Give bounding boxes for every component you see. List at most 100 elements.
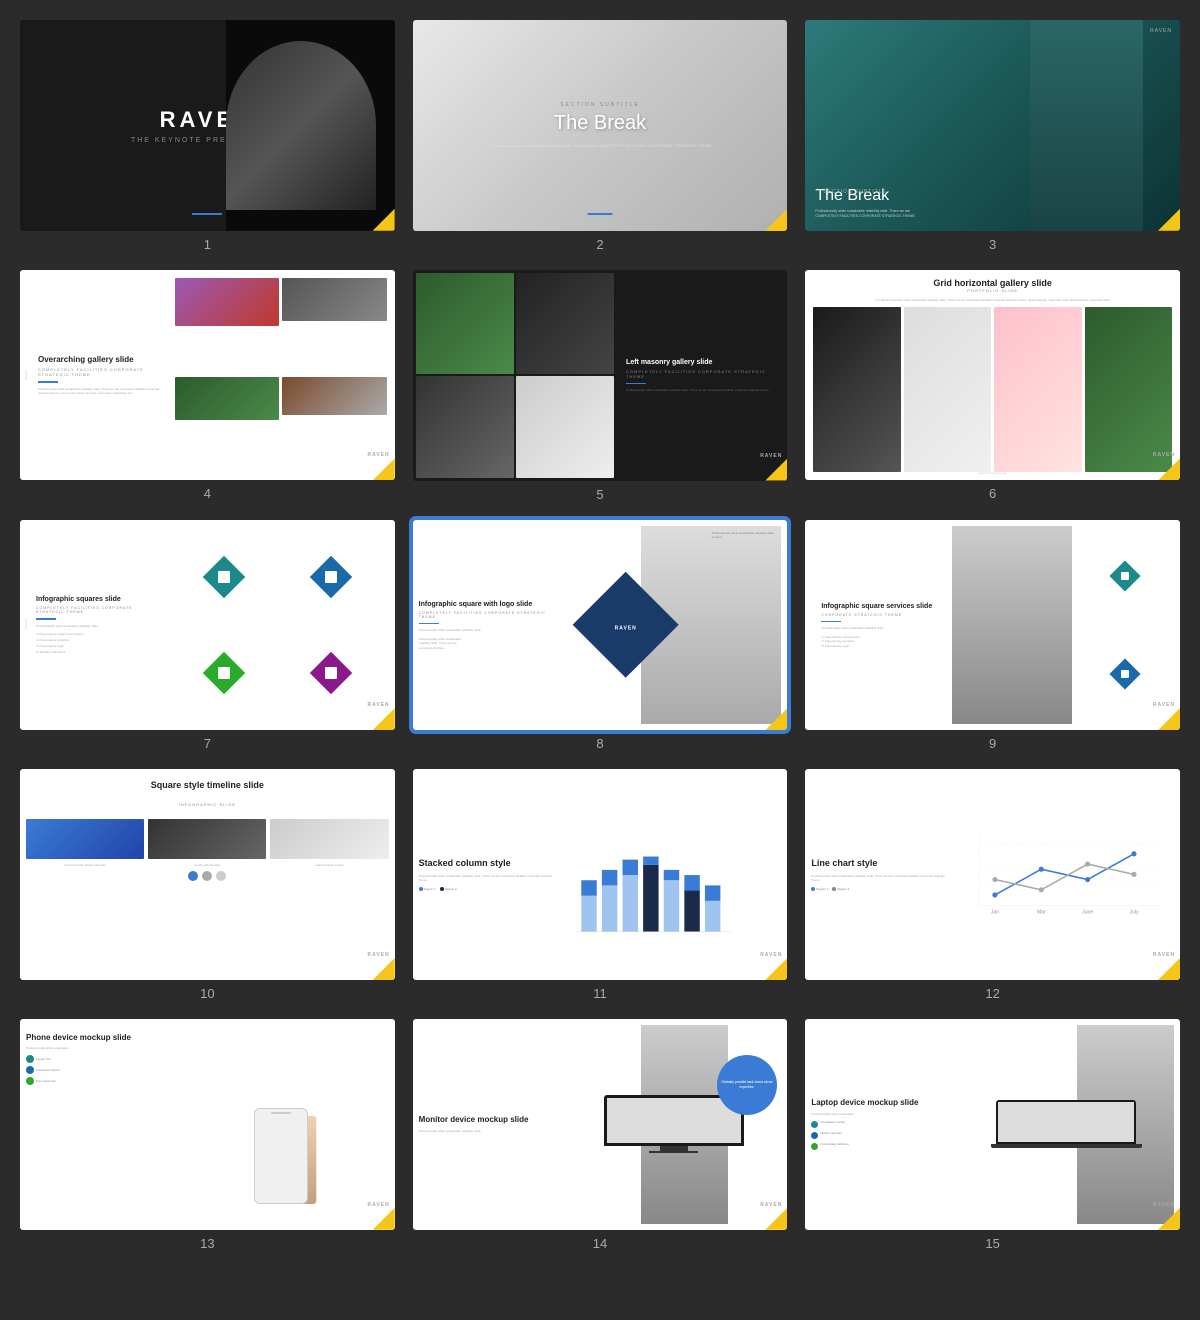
slide-wrapper-11[interactable]: Stacked column style Professionally whil… [413,769,788,980]
slide-6-logo: RAVEN [1153,452,1175,458]
slide-2-yellow-corner [765,209,787,231]
slide-8-right-text: Professionally while sustainable reliabi… [712,531,777,540]
slide-13-features: Layout Pro Immersed options Port customi… [26,1055,169,1085]
slide-item-2[interactable]: SECTION SUBTITLE The Break Professionall… [413,20,788,252]
slide-15-dot-1 [811,1121,818,1128]
slide-item-15[interactable]: Laptop device mockup slide Professionall… [805,1019,1180,1251]
slide-4: RAVEN Overarching gallery slide COMPLETE… [20,270,395,481]
slide-8-title: Infographic square with logo slide [419,600,562,609]
slide-12-desc: Professionally while sustainable reliabi… [811,874,954,883]
slide-item-3[interactable]: SECTION SUBTITLE The Break Professionall… [805,20,1180,252]
slide-10-label-3: Harmoniously maybe [270,863,388,867]
slide-4-blue-line [38,381,58,383]
slide-wrapper-3[interactable]: SECTION SUBTITLE The Break Professionall… [805,20,1180,231]
slide-number-7: 7 [204,736,211,751]
slide-item-12[interactable]: Line chart style Professionally while su… [805,769,1180,1001]
slide-15-screen [998,1102,1134,1142]
slide-4-left: Overarching gallery slide COMPLETELY FAC… [28,278,169,473]
slide-item-6[interactable]: Grid horizontal gallery slide PORTFOLIO … [805,270,1180,502]
slide-wrapper-12[interactable]: Line chart style Professionally while su… [805,769,1180,980]
slide-4-img-2 [282,278,386,321]
slide-wrapper-8[interactable]: Infographic square with logo slide COMPL… [413,520,788,731]
slide-wrapper-6[interactable]: Grid horizontal gallery slide PORTFOLIO … [805,270,1180,481]
slide-number-3: 3 [989,237,996,252]
slide-wrapper-2[interactable]: SECTION SUBTITLE The Break Professionall… [413,20,788,231]
slide-3-person [1030,20,1142,231]
slide-10-yellow-corner [373,958,395,980]
slide-6-url: www.themesfolio.net [979,471,1007,475]
slide-4-title: Overarching gallery slide [38,355,169,365]
slide-12-left: Line chart style Professionally while su… [811,775,954,974]
slide-item-10[interactable]: Square style timeline slide INFOGRAPHIC … [20,769,395,1001]
slide-8-right: RAVEN Professionally while sustainable r… [566,526,781,725]
slide-15-feature-3: Functionally delicious [811,1142,954,1150]
slide-9-sub: CORPORATE STRATEGIC THEME [821,613,947,617]
slide-7-list: ① Pupendently explicit lorem ipsum ② Pup… [36,632,162,654]
slide-wrapper-10[interactable]: Square style timeline slide INFOGRAPHIC … [20,769,395,980]
slide-9: Infographic square services slide CORPOR… [805,520,1180,731]
slide-8-diamond-inner: RAVEN [614,616,636,634]
slide-7: RAVEN Infographic squares slide COMPLETE… [20,520,395,731]
slide-11-desc: Professionally while sustainable reliabi… [419,874,562,883]
slide-number-11: 11 [593,986,607,1001]
slide-3: SECTION SUBTITLE The Break Professionall… [805,20,1180,231]
slide-4-desc: Professionally while sustainable reliabi… [38,387,169,396]
slide-8-logo: RAVEN [760,702,782,708]
slide-15-logo: RAVEN [1153,1202,1175,1208]
slide-item-1[interactable]: RAVEN THE KEYNOTE PRESENTATION 1 [20,20,395,252]
slide-13-logo: RAVEN [368,1202,390,1208]
slide-13-right [173,1025,388,1224]
slide-13-feature-1: Layout Pro [26,1055,169,1063]
slide-item-7[interactable]: RAVEN Infographic squares slide COMPLETE… [20,520,395,752]
slide-number-10: 10 [200,986,214,1001]
slide-wrapper-4[interactable]: RAVEN Overarching gallery slide COMPLETE… [20,270,395,481]
slide-3-content: SECTION SUBTITLE The Break Professionall… [815,181,1010,219]
slide-10-img-2 [148,819,266,859]
slide-13-dot-2 [26,1066,34,1074]
slide-number-1: 1 [204,237,211,252]
slide-wrapper-14[interactable]: Monitor device mockup slide Professional… [413,1019,788,1230]
slide-item-9[interactable]: Infographic square services slide CORPOR… [805,520,1180,752]
slide-13-phone-notch [271,1112,292,1114]
slide-15-right [959,1025,1174,1224]
slide-item-5[interactable]: Left masonry gallery slide COMPLETELY FA… [413,270,788,502]
slide-14: Monitor device mockup slide Professional… [413,1019,788,1230]
slide-number-13: 13 [200,1236,214,1251]
slide-item-14[interactable]: Monitor device mockup slide Professional… [413,1019,788,1251]
svg-text:July: July [1129,910,1139,916]
slide-1-blue-bar [192,213,222,215]
slide-12-logo: RAVEN [1153,952,1175,958]
slide-10-header: Square style timeline slide INFOGRAPHIC … [26,775,389,811]
slide-10: Square style timeline slide INFOGRAPHIC … [20,769,395,980]
slide-3-yellow-corner [1158,209,1180,231]
slide-9-blue-line [821,621,841,623]
slide-10-sub: INFOGRAPHIC SLIDE [179,802,236,807]
slide-7-left: Infographic squares slide COMPLETELY FAC… [26,526,162,725]
slide-item-8[interactable]: Infographic square with logo slide COMPL… [413,520,788,752]
slide-wrapper-1[interactable]: RAVEN THE KEYNOTE PRESENTATION [20,20,395,231]
slide-9-desc: Professionally while sustainable reliabi… [821,626,947,631]
slide-6-img-2 [904,307,991,473]
slide-wrapper-15[interactable]: Laptop device mockup slide Professionall… [805,1019,1180,1230]
slide-12: Line chart style Professionally while su… [805,769,1180,980]
slide-8-extra-desc: Professionally while sustainablereliabil… [419,637,562,651]
slide-13-feature-3: Port customize [26,1077,169,1085]
slide-9-squares [1076,526,1174,725]
slide-9-right [952,526,1174,725]
slide-item-11[interactable]: Stacked column style Professionally whil… [413,769,788,1001]
slide-14-monitor [604,1095,744,1153]
slide-wrapper-5[interactable]: Left masonry gallery slide COMPLETELY FA… [413,270,788,481]
slide-item-4[interactable]: RAVEN Overarching gallery slide COMPLETE… [20,270,395,502]
slide-7-sub: COMPLETELY FACILITIES CORPORATE STRATEGI… [36,606,162,614]
slide-number-9: 9 [989,736,996,751]
slide-wrapper-7[interactable]: RAVEN Infographic squares slide COMPLETE… [20,520,395,731]
slide-6: Grid horizontal gallery slide PORTFOLIO … [805,270,1180,481]
slide-7-desc: Professionally while sustainable reliabi… [36,624,162,629]
slide-11-legend: Region 1 Region 2 [419,887,562,891]
slide-item-13[interactable]: Phone device mockup slide Professionally… [20,1019,395,1251]
slide-10-icons [26,871,389,881]
slide-wrapper-9[interactable]: Infographic square services slide CORPOR… [805,520,1180,731]
slide-10-labels: Astronomically deploy stenaule Continual… [26,863,389,867]
slide-10-img-3 [270,819,388,859]
slide-wrapper-13[interactable]: Phone device mockup slide Professionally… [20,1019,395,1230]
